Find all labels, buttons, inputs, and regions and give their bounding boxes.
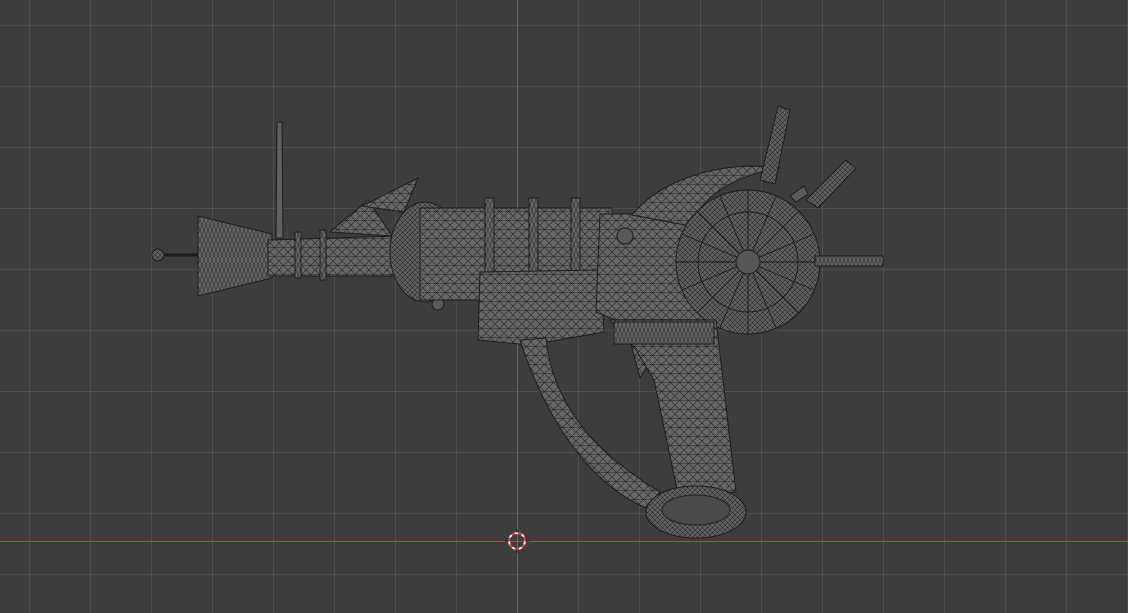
3d-cursor-crosshair-icon[interactable] [505,529,529,553]
lower-housing [477,269,605,346]
grip-band [613,321,715,345]
grip [609,319,737,495]
spike-3 [789,185,809,203]
wheel-spokes [676,190,820,334]
spike-2 [805,159,857,209]
barrel [267,235,401,277]
barrel-ring-1 [294,231,302,279]
spike-1 [759,105,791,185]
rear-rod [151,248,200,262]
rear-cone [197,215,273,297]
rear-pin [814,255,884,267]
3d-viewport[interactable] [0,0,1128,613]
rear-antenna [275,121,284,239]
barrel-ring-2 [319,229,327,281]
ray-gun-wireframe-mesh[interactable] [0,0,1128,613]
